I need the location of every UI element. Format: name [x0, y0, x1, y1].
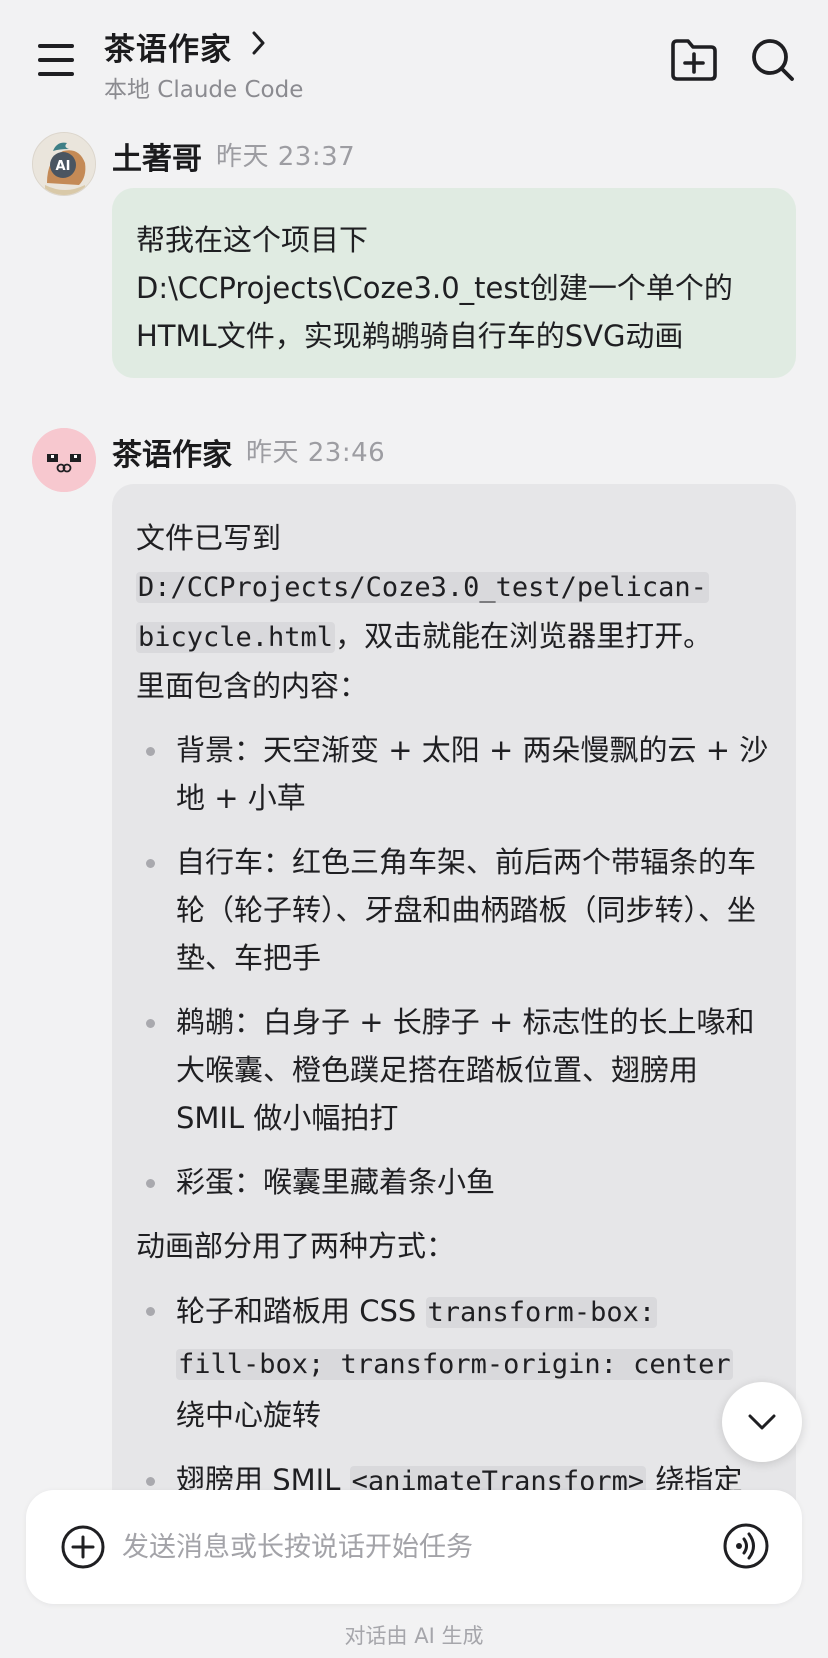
message-time: 昨天 23:46	[246, 438, 386, 468]
menu-icon[interactable]	[36, 40, 76, 80]
search-icon[interactable]	[748, 36, 800, 84]
folder-add-icon[interactable]	[668, 36, 720, 84]
message-input[interactable]	[122, 1520, 702, 1574]
message-line: 帮我在这个项目下	[136, 223, 369, 257]
contents-list: 背景：天空渐变 + 太阳 + 两朵慢飘的云 + 沙地 + 小草 自行车：红色三角…	[136, 726, 772, 1206]
animation-heading: 动画部分用了两种方式：	[136, 1229, 456, 1263]
list-item: 轮子和踏板用 CSS transform-box: fill-box; tran…	[136, 1286, 772, 1440]
chevron-down-icon	[748, 1414, 776, 1430]
sender-name: 土著哥	[112, 142, 202, 177]
ai-avatar-icon: AI	[33, 133, 95, 195]
chat-screen: 茶语作家 本地 Claude Code AI 土著哥 昨天 23:37 帮我在这…	[0, 0, 828, 1658]
intro-text: 文件已写到	[136, 521, 282, 555]
header: 茶语作家 本地 Claude Code	[0, 0, 828, 120]
message-paragraph: 文件已写到 D:/CCProjects/Coze3.0_test/pelican…	[136, 514, 772, 662]
voice-icon[interactable]	[722, 1522, 770, 1570]
page-title: 茶语作家	[104, 32, 232, 68]
contents-heading: 里面包含的内容：	[136, 669, 369, 703]
scroll-to-bottom-button[interactable]	[722, 1382, 802, 1462]
list-item: 自行车：红色三角车架、前后两个带辐条的车轮（轮子转）、牙盘和曲柄踏板（同步转）、…	[136, 838, 772, 982]
path-suffix-text: ，双击就能在浏览器里打开。	[335, 619, 713, 653]
assistant-message-bubble[interactable]: 文件已写到 D:/CCProjects/Coze3.0_test/pelican…	[112, 484, 796, 1524]
list-item: 彩蛋：喉囊里藏着条小鱼	[136, 1158, 772, 1206]
ai-disclaimer: 对话由 AI 生成	[344, 1624, 484, 1648]
chat-title-button[interactable]: 茶语作家	[104, 24, 267, 69]
page-subtitle: 本地 Claude Code	[104, 77, 304, 103]
file-path-code: D:/CCProjects/Coze3.0_test/pelican-	[136, 572, 709, 603]
avatar[interactable]	[32, 428, 96, 492]
animation-list: 轮子和踏板用 CSS transform-box: fill-box; tran…	[136, 1286, 772, 1506]
message-time: 昨天 23:37	[216, 142, 356, 172]
list-item-text: 轮子和踏板用 CSS	[176, 1294, 426, 1328]
list-item: 背景：天空渐变 + 太阳 + 两朵慢飘的云 + 沙地 + 小草	[136, 726, 772, 822]
plus-circle-icon[interactable]	[60, 1524, 106, 1570]
user-message-bubble[interactable]: 帮我在这个项目下 D:\CCProjects\Coze3.0_test创建一个单…	[112, 188, 796, 378]
sender-name: 茶语作家	[112, 438, 232, 473]
message-line: D:\CCProjects\Coze3.0_test创建一个单个的	[136, 271, 733, 305]
bot-avatar-icon	[32, 428, 96, 492]
list-item-text: 绕中心旋转	[176, 1398, 322, 1432]
message-line: HTML文件，实现鹈鹕骑自行车的SVG动画	[136, 319, 684, 353]
inline-code: transform-box:	[425, 1297, 658, 1328]
svg-text:AI: AI	[56, 159, 71, 174]
file-path-code: bicycle.html	[136, 622, 336, 653]
inline-code: fill-box; transform-origin: center	[176, 1349, 733, 1380]
avatar[interactable]: AI	[32, 132, 96, 196]
composer	[26, 1490, 802, 1604]
list-item: 鹈鹕：白身子 + 长脖子 + 标志性的长上喙和大喉囊、橙色蹼足搭在踏板位置、翅膀…	[136, 998, 772, 1142]
chevron-right-icon	[252, 31, 265, 55]
